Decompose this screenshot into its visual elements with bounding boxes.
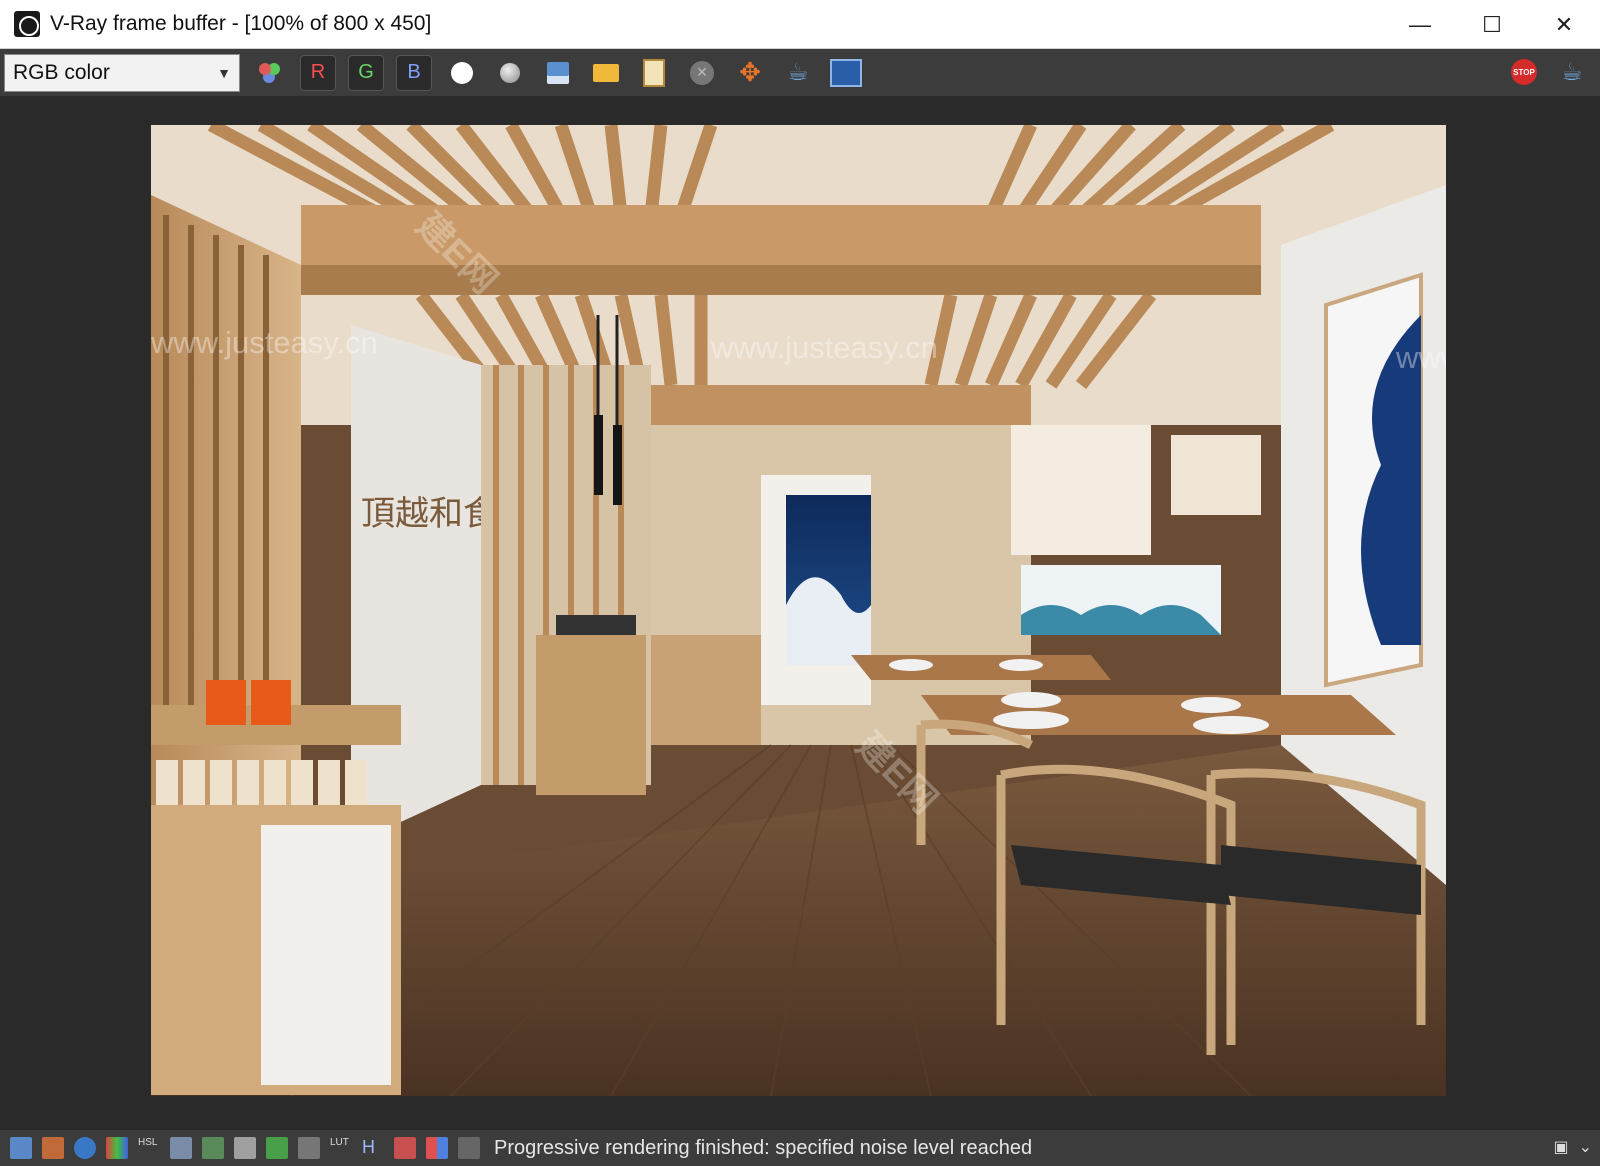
exposure-icon[interactable]	[234, 1137, 256, 1159]
window-title: V-Ray frame buffer - [100% of 800 x 450]	[50, 12, 432, 35]
render-teapot-icon[interactable]	[780, 55, 816, 91]
white-dot-icon[interactable]	[444, 55, 480, 91]
compare-icon[interactable]	[394, 1137, 416, 1159]
rgb-channels-icon[interactable]	[252, 55, 288, 91]
watermark-url-2: www.justeasy.cn	[711, 330, 938, 365]
clipboard-icon[interactable]	[636, 55, 672, 91]
stop-icon[interactable]	[1506, 54, 1542, 90]
window-controls: — ☐ ✕	[1384, 0, 1600, 49]
hsl-icon[interactable]: HSL	[138, 1137, 160, 1159]
lut-label: LUT	[330, 1137, 349, 1148]
rendered-image: 頂越和食 www.justeasy.cn www.justeasy.cn ww …	[151, 125, 1446, 1096]
clear-icon[interactable]	[684, 55, 720, 91]
h-icon[interactable]: H	[362, 1137, 384, 1159]
lens-effects-icon[interactable]	[266, 1137, 288, 1159]
save-icon[interactable]	[540, 55, 576, 91]
channel-select[interactable]: RGB color ▼	[4, 53, 240, 92]
lut-status-icon[interactable]: LUT	[330, 1137, 352, 1159]
right-tools	[1494, 54, 1590, 90]
history-icon[interactable]	[42, 1137, 64, 1159]
watermark-url-1: www.justeasy.cn	[151, 325, 378, 360]
expand-down-icon[interactable]: ⌄	[1579, 1137, 1592, 1157]
info-icon[interactable]	[74, 1137, 96, 1159]
ab-compare-icon[interactable]	[426, 1137, 448, 1159]
panel-toggle-icon[interactable]: ▣	[1553, 1137, 1568, 1157]
vfb-toolbar: RGB color ▼ R G B	[0, 49, 1600, 96]
status-bar: HSL LUT H Progressive rendering finished…	[0, 1130, 1600, 1166]
open-folder-icon[interactable]	[588, 55, 624, 91]
color-corrections-icon[interactable]	[106, 1137, 128, 1159]
display-icon[interactable]	[10, 1137, 32, 1159]
region-render-icon[interactable]	[732, 55, 768, 91]
curves-icon[interactable]	[298, 1137, 320, 1159]
minimize-button[interactable]: —	[1384, 0, 1456, 49]
close-button[interactable]: ✕	[1528, 0, 1600, 49]
status-message: Progressive rendering finished: specifie…	[494, 1136, 1033, 1159]
watermark-url-3: www	[1396, 340, 1446, 375]
chevron-down-icon: ▼	[217, 64, 231, 81]
wall-sign: 頂越和食	[361, 494, 497, 534]
sparkle-icon[interactable]	[458, 1137, 480, 1159]
lut-icon[interactable]	[828, 55, 864, 91]
red-channel-button[interactable]: R	[300, 54, 336, 91]
title-bar: V-Ray frame buffer - [100% of 800 x 450]…	[0, 0, 1600, 49]
status-right-tools: ▣ ⌄	[1553, 1137, 1592, 1157]
gray-sphere-icon[interactable]	[492, 55, 528, 91]
render-icon[interactable]	[1554, 54, 1590, 90]
green-channel-button[interactable]: G	[348, 54, 384, 91]
channel-select-value: RGB color	[13, 60, 110, 84]
vray-app-icon	[14, 11, 40, 37]
levels-icon[interactable]	[170, 1137, 192, 1159]
maximize-button[interactable]: ☐	[1456, 0, 1528, 49]
render-viewport[interactable]: 頂越和食 www.justeasy.cn www.justeasy.cn ww …	[0, 96, 1600, 1130]
hsl-label: HSL	[138, 1137, 158, 1148]
h-label: H	[362, 1137, 375, 1157]
curve-icon[interactable]	[202, 1137, 224, 1159]
blue-channel-button[interactable]: B	[396, 54, 432, 91]
restaurant-interior-render: 頂越和食	[151, 125, 1446, 1096]
